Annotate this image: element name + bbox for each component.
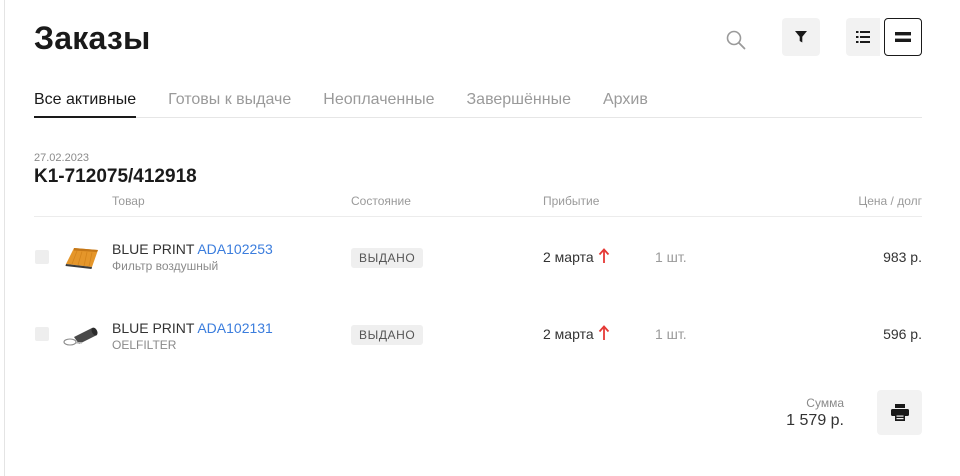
item-price: 983 р.: [883, 249, 922, 265]
list-view-button[interactable]: [846, 18, 880, 56]
page-title: Заказы: [34, 20, 151, 56]
column-header-state: Состояние: [351, 194, 411, 208]
arrow-up-icon: [598, 248, 610, 263]
total-value: 1 579 р.: [786, 412, 844, 429]
status-badge: ВЫДАНО: [351, 325, 424, 345]
column-header-arrival: Прибытие: [543, 194, 600, 208]
item-arrival-date: 2 марта: [543, 326, 594, 342]
item-thumbnail: [62, 322, 102, 352]
filter-icon: [795, 31, 807, 43]
tab-all-active[interactable]: Все активные: [34, 90, 137, 118]
tab-archive[interactable]: Архив: [603, 90, 648, 118]
item-brand-name: BLUE PRINT: [112, 320, 195, 336]
item-quantity: 1 шт.: [655, 326, 687, 342]
status-badge: ВЫДАНО: [351, 248, 424, 268]
search-button[interactable]: [718, 22, 754, 58]
item-brand: BLUE PRINT ADA102253: [112, 241, 273, 257]
list-view-icon: [856, 31, 870, 43]
item-price: 596 р.: [883, 326, 922, 342]
tab-completed[interactable]: Завершённые: [467, 90, 571, 118]
tab-unpaid[interactable]: Неоплаченные: [323, 90, 434, 118]
filter-button[interactable]: [782, 18, 820, 56]
column-header-price: Цена / долг: [858, 194, 922, 208]
item-thumbnail: [62, 242, 102, 272]
header-divider: [34, 216, 922, 217]
order-item-row: BLUE PRINT ADA102253 Фильтр воздушный ВЫ…: [0, 238, 960, 282]
air-filter-icon: [65, 248, 98, 269]
printer-icon: [890, 404, 909, 421]
item-brand: BLUE PRINT ADA102131: [112, 320, 273, 336]
item-article-link[interactable]: ADA102131: [197, 320, 273, 336]
tab-ready-for-pickup[interactable]: Готовы к выдаче: [168, 90, 291, 118]
search-icon: [726, 30, 746, 50]
order-number[interactable]: K1-712075/412918: [34, 166, 197, 188]
item-article-link[interactable]: ADA102253: [197, 241, 273, 257]
column-header-product: Товар: [112, 194, 145, 208]
total-label: Сумма: [806, 396, 844, 410]
arrow-up-icon: [598, 325, 610, 340]
item-checkbox[interactable]: [35, 327, 49, 341]
item-brand-name: BLUE PRINT: [112, 241, 195, 257]
item-quantity: 1 шт.: [655, 249, 687, 265]
compact-view-button[interactable]: [884, 18, 922, 56]
item-description: Фильтр воздушный: [112, 259, 219, 273]
oil-filter-icon: [63, 327, 98, 346]
print-button[interactable]: [877, 390, 922, 435]
order-item-row: BLUE PRINT ADA102131 OELFILTER ВЫДАНО 2 …: [0, 318, 960, 362]
compact-view-icon: [895, 32, 911, 42]
order-tabs: Все активные Готовы к выдаче Неоплаченны…: [34, 90, 922, 118]
item-description: OELFILTER: [112, 338, 177, 352]
item-checkbox[interactable]: [35, 250, 49, 264]
item-arrival-date: 2 марта: [543, 249, 594, 265]
order-date: 27.02.2023: [34, 152, 90, 164]
